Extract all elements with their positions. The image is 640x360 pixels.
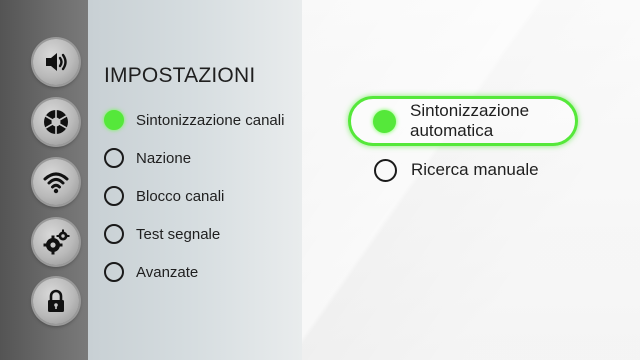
aperture-icon[interactable] (33, 99, 79, 145)
aperture-icon-glyph (44, 110, 68, 134)
gears-icon[interactable] (33, 219, 79, 265)
menu-item-sintonizzazione-canali[interactable]: Sintonizzazione canali (104, 109, 284, 131)
gears-icon-glyph (43, 229, 70, 255)
radio-empty-icon (374, 158, 397, 182)
menu-item-nazione[interactable]: Nazione (104, 147, 191, 169)
option-ricerca-manuale[interactable]: Ricerca manuale (374, 158, 539, 182)
radio-empty-icon (104, 186, 124, 206)
menu-item-avanzate[interactable]: Avanzate (104, 261, 198, 283)
radio-empty-icon (104, 262, 124, 282)
radio-selected-icon (373, 109, 396, 133)
option-label: Sintonizzazione automatica (410, 101, 529, 141)
speaker-icon-glyph (46, 53, 67, 71)
radio-selected-icon (104, 110, 124, 130)
wifi-icon-glyph (43, 172, 69, 194)
menu-item-label: Test segnale (136, 225, 221, 243)
radio-empty-icon (104, 224, 124, 244)
page-title: IMPOSTAZIONI (104, 64, 256, 87)
option-label: Ricerca manuale (411, 160, 539, 179)
menu-item-label: Blocco canali (136, 187, 225, 205)
radio-empty-icon (104, 148, 124, 168)
menu-panel (88, 0, 302, 360)
speaker-icon[interactable] (33, 39, 79, 85)
option-label-line1: Sintonizzazione (410, 101, 530, 120)
menu-item-blocco-canali[interactable]: Blocco canali (104, 185, 224, 207)
menu-item-label: Nazione (136, 149, 192, 167)
menu-item-label: Avanzate (136, 263, 199, 281)
option-label-line2: automatica (410, 121, 494, 140)
menu-item-test-segnale[interactable]: Test segnale (104, 223, 220, 245)
option-sintonizzazione-automatica[interactable]: Sintonizzazione automatica (348, 96, 578, 146)
menu-item-label: Sintonizzazione canali (136, 111, 285, 129)
lock-icon[interactable] (33, 278, 79, 324)
wifi-icon[interactable] (33, 159, 79, 205)
lock-icon-glyph (48, 289, 64, 312)
